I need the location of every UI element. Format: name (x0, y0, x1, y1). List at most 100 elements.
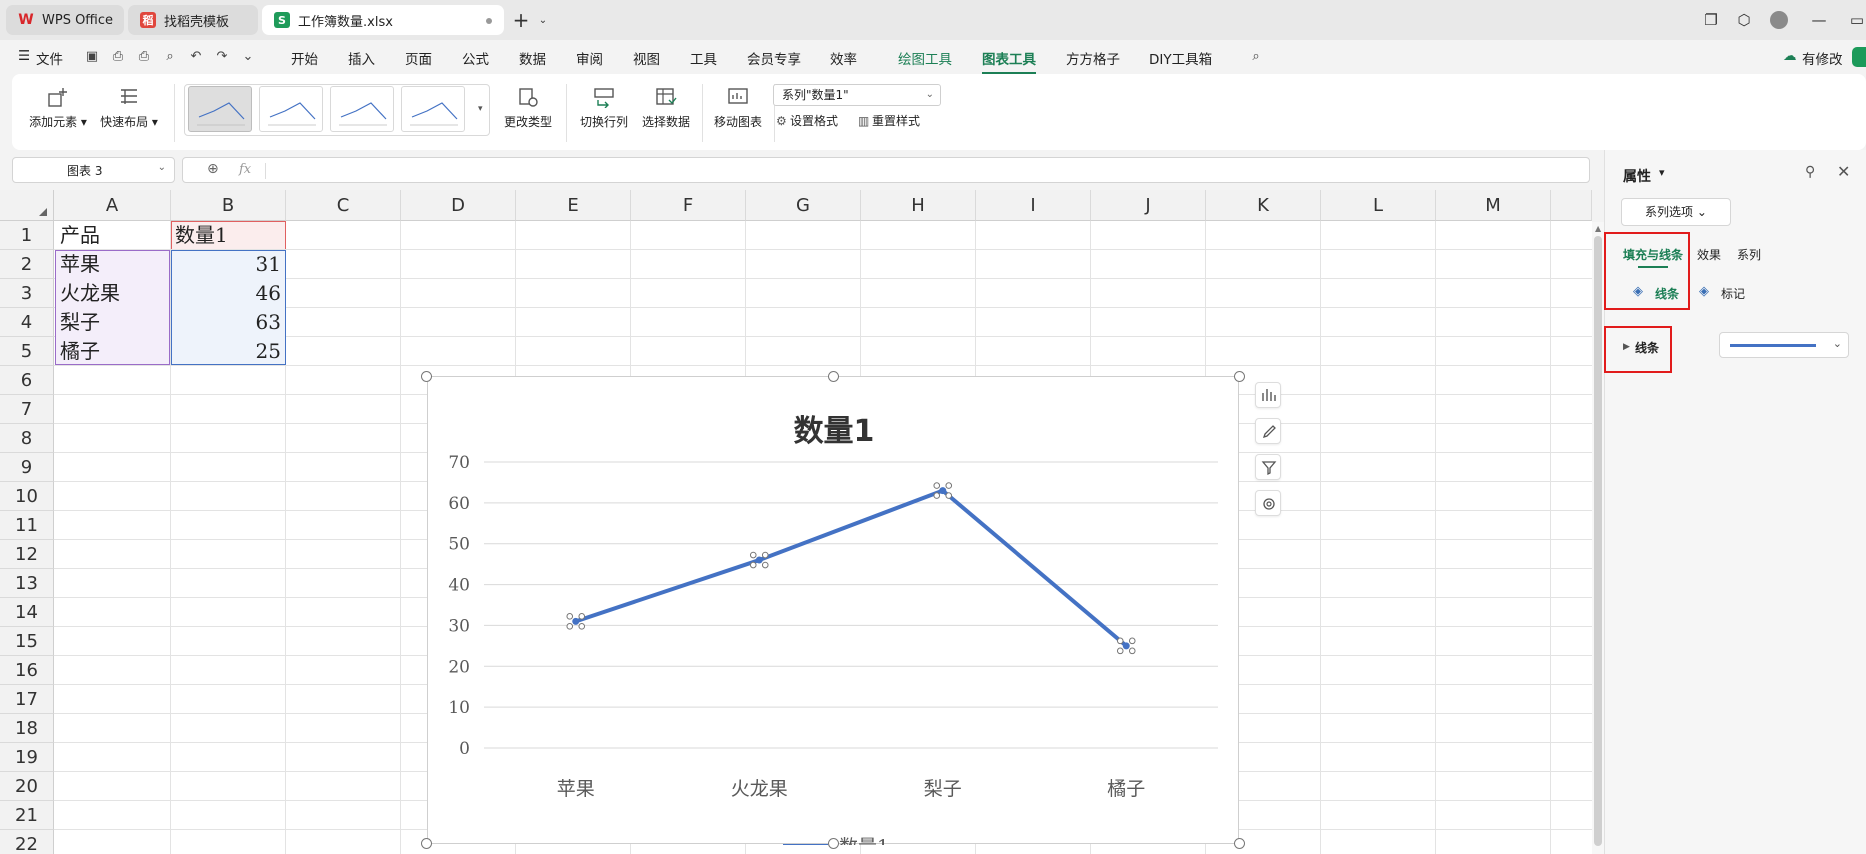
switch-row-col-button[interactable]: 切换行列 (576, 86, 632, 130)
undo-icon[interactable]: ↶ (188, 49, 204, 65)
chart-object[interactable]: 数量1010203040506070苹果火龙果梨子橘子数量1 (427, 376, 1239, 854)
row-header[interactable]: 16 (0, 656, 54, 685)
row-header[interactable]: 15 (0, 627, 54, 656)
chart-style-thumb[interactable] (401, 86, 465, 132)
chart-settings-button[interactable] (1255, 490, 1281, 516)
column-header-m[interactable]: M (1436, 190, 1551, 221)
row-header[interactable]: 20 (0, 772, 54, 801)
move-chart-button[interactable]: 移动图表 (710, 86, 766, 130)
menu-tools[interactable]: 工具 (690, 48, 717, 68)
row-header[interactable]: 3 (0, 279, 54, 308)
save-icon[interactable]: ▣ (84, 49, 100, 65)
menu-file[interactable]: 文件 (36, 48, 63, 68)
row-header[interactable]: 22 (0, 830, 54, 854)
menu-formula[interactable]: 公式 (462, 48, 489, 68)
quick-layout-button[interactable]: 快速布局 ▾ (98, 86, 160, 130)
gallery-expand-icon[interactable]: ▾ (478, 104, 483, 114)
resize-handle[interactable] (828, 838, 839, 849)
row-header[interactable]: 19 (0, 743, 54, 772)
chart-filter-button[interactable] (1255, 454, 1281, 480)
subtab-marker[interactable]: 标记 (1721, 285, 1745, 302)
cell-b5[interactable]: 25 (171, 337, 281, 365)
row-header[interactable]: 4 (0, 308, 54, 337)
select-all-corner[interactable] (0, 190, 54, 221)
cell-a5[interactable]: 橘子 (60, 337, 100, 365)
name-box[interactable]: 图表 3 ⌄ (12, 157, 175, 183)
chart-style-thumb[interactable] (259, 86, 323, 132)
resize-handle[interactable] (421, 371, 432, 382)
menu-efficiency[interactable]: 效率 (830, 48, 857, 68)
print-icon[interactable]: ⎙ (136, 49, 152, 65)
minimize-icon[interactable]: — (1808, 9, 1830, 31)
cube-icon[interactable]: ⬡ (1733, 9, 1755, 31)
menu-diy-toolbox[interactable]: DIY工具箱 (1149, 48, 1212, 68)
resize-handle[interactable] (1234, 838, 1245, 849)
window-restore-icon[interactable]: ❐ (1700, 9, 1722, 31)
menu-member[interactable]: 会员专享 (747, 48, 801, 68)
chart-style-button[interactable] (1255, 418, 1281, 444)
menu-fangfang[interactable]: 方方格子 (1066, 48, 1120, 68)
column-header-d[interactable]: D (401, 190, 516, 221)
formula-bar[interactable]: ⊕ fx (182, 157, 1590, 183)
cell-b3[interactable]: 46 (171, 279, 281, 307)
vertical-scrollbar[interactable]: ▲ (1592, 222, 1604, 854)
new-tab-plus-icon[interactable]: + (510, 8, 532, 32)
cell-a4[interactable]: 梨子 (60, 308, 100, 336)
column-header-k[interactable]: K (1206, 190, 1321, 221)
close-icon[interactable]: ✕ (1837, 162, 1850, 181)
tab-series[interactable]: 系列 (1737, 246, 1761, 263)
column-header-e[interactable]: E (516, 190, 631, 221)
fx-icon[interactable]: fx (239, 162, 251, 177)
tab-template[interactable]: 稻 找稻壳模板 (128, 5, 258, 35)
column-header-i[interactable]: I (976, 190, 1091, 221)
chart-elements-button[interactable] (1255, 382, 1281, 408)
row-header[interactable]: 18 (0, 714, 54, 743)
set-format-button[interactable]: ⚙ 设置格式 (776, 112, 838, 129)
row-header[interactable]: 5 (0, 337, 54, 366)
cell-b4[interactable]: 63 (171, 308, 281, 336)
column-header-g[interactable]: G (746, 190, 861, 221)
zoom-icon[interactable]: ⊕ (207, 161, 219, 177)
column-header-f[interactable]: F (631, 190, 746, 221)
row-header[interactable]: 14 (0, 598, 54, 627)
quick-access-chevron-icon[interactable]: ⌄ (240, 49, 256, 65)
row-header[interactable]: 2 (0, 250, 54, 279)
maximize-icon[interactable]: ▭ (1846, 9, 1866, 31)
menu-insert[interactable]: 插入 (348, 48, 375, 68)
cell-a3[interactable]: 火龙果 (60, 279, 120, 307)
resize-handle[interactable] (1234, 371, 1245, 382)
save-status[interactable]: 有修改 (1802, 48, 1843, 68)
row-header[interactable]: 10 (0, 482, 54, 511)
redo-icon[interactable]: ↷ (214, 49, 230, 65)
tab-effects[interactable]: 效果 (1697, 246, 1721, 263)
scrollbar-thumb[interactable] (1594, 236, 1602, 846)
change-type-button[interactable]: 更改类型 (500, 86, 556, 130)
cell-b1[interactable]: 数量1 (175, 221, 228, 249)
tab-list-chevron-icon[interactable]: ⌄ (532, 9, 554, 31)
row-header[interactable]: 6 (0, 366, 54, 395)
add-element-button[interactable]: 添加元素 ▾ (28, 86, 88, 130)
resize-handle[interactable] (421, 838, 432, 849)
row-header[interactable]: 11 (0, 511, 54, 540)
tab-wps-office[interactable]: W WPS Office (6, 5, 124, 35)
export-icon[interactable]: ⎙ (110, 49, 126, 65)
chart-style-thumb[interactable] (188, 86, 252, 132)
menu-view[interactable]: 视图 (633, 48, 660, 68)
series-options-dropdown[interactable]: 系列选项 ⌄ (1621, 198, 1731, 226)
column-header-h[interactable]: H (861, 190, 976, 221)
reset-style-button[interactable]: ▥ 重置样式 (858, 112, 920, 129)
cell-b2[interactable]: 31 (171, 250, 281, 278)
resize-handle[interactable] (828, 371, 839, 382)
chevron-down-icon[interactable]: ▾ (1659, 166, 1665, 179)
row-header[interactable]: 9 (0, 453, 54, 482)
column-header-j[interactable]: J (1091, 190, 1206, 221)
cell-a1[interactable]: 产品 (60, 221, 100, 249)
menu-chart-tools[interactable]: 图表工具 (982, 48, 1036, 74)
share-button[interactable] (1852, 47, 1866, 67)
avatar[interactable] (1768, 9, 1790, 31)
row-header[interactable]: 8 (0, 424, 54, 453)
column-header-c[interactable]: C (286, 190, 401, 221)
row-header[interactable]: 13 (0, 569, 54, 598)
line-style-dropdown[interactable]: ⌄ (1719, 332, 1849, 358)
column-header-b[interactable]: B (171, 190, 286, 221)
